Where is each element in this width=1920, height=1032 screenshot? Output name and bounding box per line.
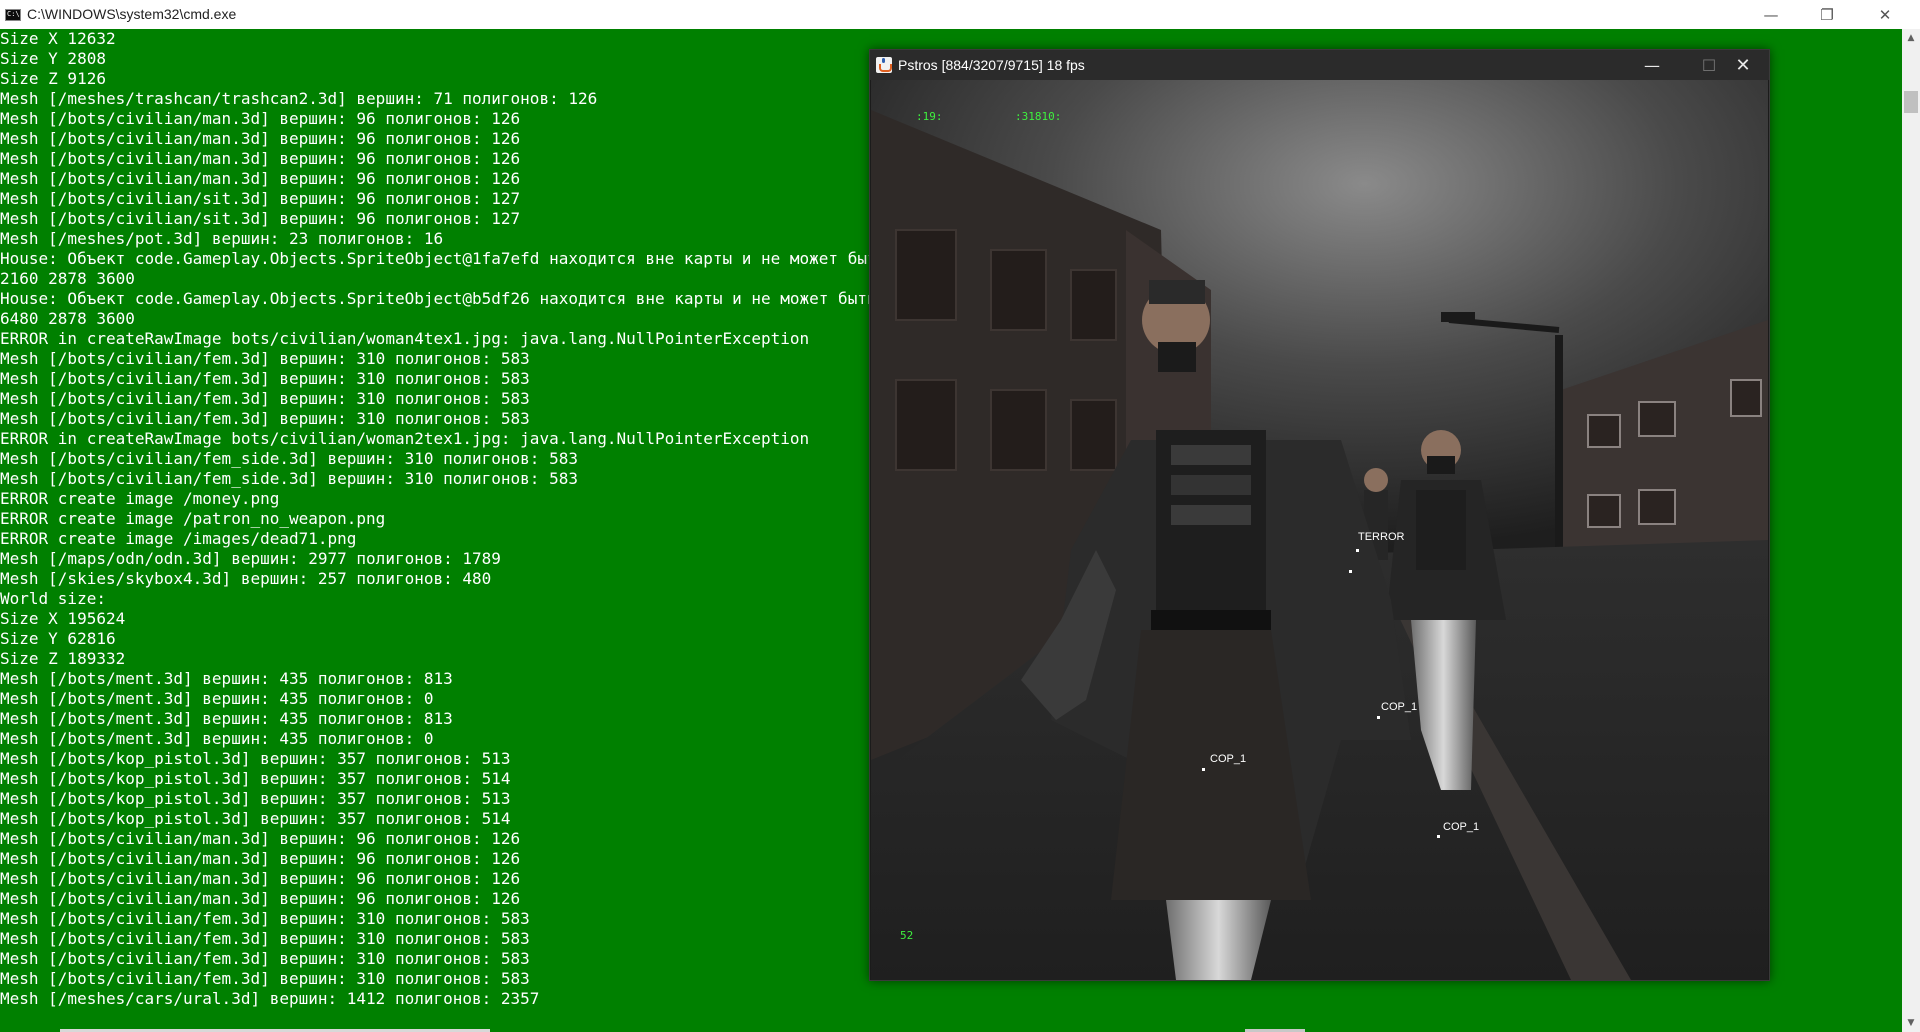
console-line: World size: [0,589,106,608]
console-line: Mesh [/meshes/pot.3d] вершин: 23 полигон… [0,229,444,248]
console-line: Size Y 62816 [0,629,116,648]
console-line: Size Z 9126 [0,69,106,88]
cmd-window-title: C:\WINDOWS\system32\cmd.exe [27,6,237,22]
hud-bottom-left-counter: 52 [900,929,914,942]
street-lamp-head [1441,312,1475,322]
console-lines: Size X 12632 Size Y 2808 Size Z 9126 Mesh [… [0,29,934,1009]
console-line: ERROR create image /patron_no_weapon.png [0,509,386,528]
console-line: Mesh [/bots/civilian/sit.3d] вершин: 96 … [0,209,521,228]
console-line: Mesh [/bots/civilian/man.3d] вершин: 96 … [0,849,521,868]
game-close-button[interactable]: ✕ [1720,50,1766,80]
entity-marker [1377,716,1380,719]
console-line: Mesh [/bots/kop_pistol.3d] вершин: 357 п… [0,789,511,808]
console-line: Mesh [/bots/civilian/man.3d] вершин: 96 … [0,149,521,168]
java-cup-icon [876,57,892,73]
console-line: Mesh [/bots/civilian/fem_side.3d] вершин… [0,469,578,488]
entity-label-cop: COP_1 [1443,821,1480,833]
console-line: Mesh [/bots/civilian/fem.3d] вершин: 310… [0,389,530,408]
game-viewport[interactable]: :19: :31810: 52 TERROR COP_1 COP_1 COP_1 [871,80,1768,980]
cmd-close-button[interactable]: ✕ [1862,0,1908,29]
console-line: Mesh [/meshes/trashcan/trashcan2.3d] вер… [0,89,598,108]
console-line: Mesh [/bots/civilian/sit.3d] вершин: 96 … [0,189,521,208]
console-line: Mesh [/bots/civilian/fem.3d] вершин: 310… [0,349,530,368]
console-line: House: Объект code.Gameplay.Objects.Spri… [0,289,935,308]
console-line: Mesh [/bots/civilian/man.3d] вершин: 96 … [0,889,521,908]
hud-top-center-counter: :31810: [1015,110,1062,123]
console-line: Mesh [/bots/civilian/man.3d] вершин: 96 … [0,129,521,148]
console-line: Mesh [/bots/kop_pistol.3d] вершин: 357 п… [0,769,511,788]
console-line: Mesh [/bots/civilian/fem.3d] вершин: 310… [0,369,530,388]
cmd-minimize-button[interactable]: — [1748,0,1794,29]
console-line: ERROR create image /images/dead71.png [0,529,357,548]
console-line: Mesh [/bots/ment.3d] вершин: 435 полигон… [0,689,434,708]
console-line: Size Y 2808 [0,49,106,68]
entity-label-cop: COP_1 [1210,753,1247,765]
game-scene [871,80,1768,980]
console-line: Mesh [/bots/civilian/fem.3d] вершин: 310… [0,909,530,928]
console-line: Mesh [/bots/civilian/fem.3d] вершин: 310… [0,929,530,948]
console-line: ERROR create image /money.png [0,489,280,508]
game-window-title: Pstros [884/3207/9715] 18 fps [898,57,1085,73]
console-line: Mesh [/bots/civilian/fem.3d] вершин: 310… [0,969,530,988]
game-window[interactable]: Pstros [884/3207/9715] 18 fps — ☐ ✕:19:… [869,49,1770,981]
console-line: Mesh [/bots/civilian/fem_side.3d] вершин… [0,449,578,468]
console-line: Mesh [/bots/kop_pistol.3d] вершин: 357 п… [0,809,511,828]
entity-marker [1202,768,1205,771]
console-app-icon: C:\ [5,9,21,21]
console-line: Mesh [/bots/civilian/man.3d] вершин: 96 … [0,109,521,128]
console-line: Mesh [/bots/civilian/fem.3d] вершин: 310… [0,949,530,968]
game-titlebar[interactable]: Pstros [884/3207/9715] 18 fps — ☐ ✕ [870,50,1769,80]
game-minimize-button[interactable]: — [1629,50,1675,80]
console-line: Mesh [/bots/ment.3d] вершин: 435 полигон… [0,709,453,728]
console-line: Mesh [/bots/civilian/fem.3d] вершин: 310… [0,409,530,428]
console-line: ERROR in createRawImage bots/civilian/wo… [0,429,810,448]
scrollbar-thumb[interactable] [1904,91,1918,113]
scroll-down-arrow-icon[interactable]: ▼ [1902,1014,1920,1032]
console-line: Mesh [/skies/skybox4.3d] вершин: 257 пол… [0,569,492,588]
console-line: House: Объект code.Gameplay.Objects.Spri… [0,249,935,268]
console-line: Size X 195624 [0,609,126,628]
console-line: Mesh [/bots/civilian/man.3d] вершин: 96 … [0,169,521,188]
console-line: Size X 12632 [0,29,116,48]
entity-label-terror: TERROR [1358,531,1405,543]
console-line: 2160 2878 3600 [0,269,135,288]
entity-label-cop: COP_1 [1381,701,1418,713]
console-line: Mesh [/meshes/cars/ural.3d] вершин: 1412… [0,989,540,1008]
entity-marker [1356,549,1359,552]
console-line: Size Z 189332 [0,649,126,668]
console-line: Mesh [/bots/ment.3d] вершин: 435 полигон… [0,729,434,748]
vertical-scrollbar[interactable]: ▲ ▼ [1902,29,1920,1032]
console-line: ERROR in createRawImage bots/civilian/wo… [0,329,810,348]
cmd-titlebar[interactable]: C:\ C:\WINDOWS\system32\cmd.exe — ❐ ✕ [0,0,1920,29]
console-app-icon-text: C:\ [7,10,20,18]
console-line: Mesh [/maps/odn/odn.3d] вершин: 2977 пол… [0,549,501,568]
entity-marker [1349,570,1352,573]
console-line: Mesh [/bots/civilian/man.3d] вершин: 96 … [0,869,521,888]
scroll-up-arrow-icon[interactable]: ▲ [1902,29,1920,47]
console-line: 6480 2878 3600 [0,309,135,328]
entity-marker [1437,835,1440,838]
console-line: Mesh [/bots/kop_pistol.3d] вершин: 357 п… [0,749,511,768]
console-line: Mesh [/bots/civilian/man.3d] вершин: 96 … [0,829,521,848]
cmd-restore-button[interactable]: ❐ [1804,0,1850,29]
hud-top-left-counter: :19: [916,110,943,123]
console-line: Mesh [/bots/ment.3d] вершин: 435 полигон… [0,669,453,688]
